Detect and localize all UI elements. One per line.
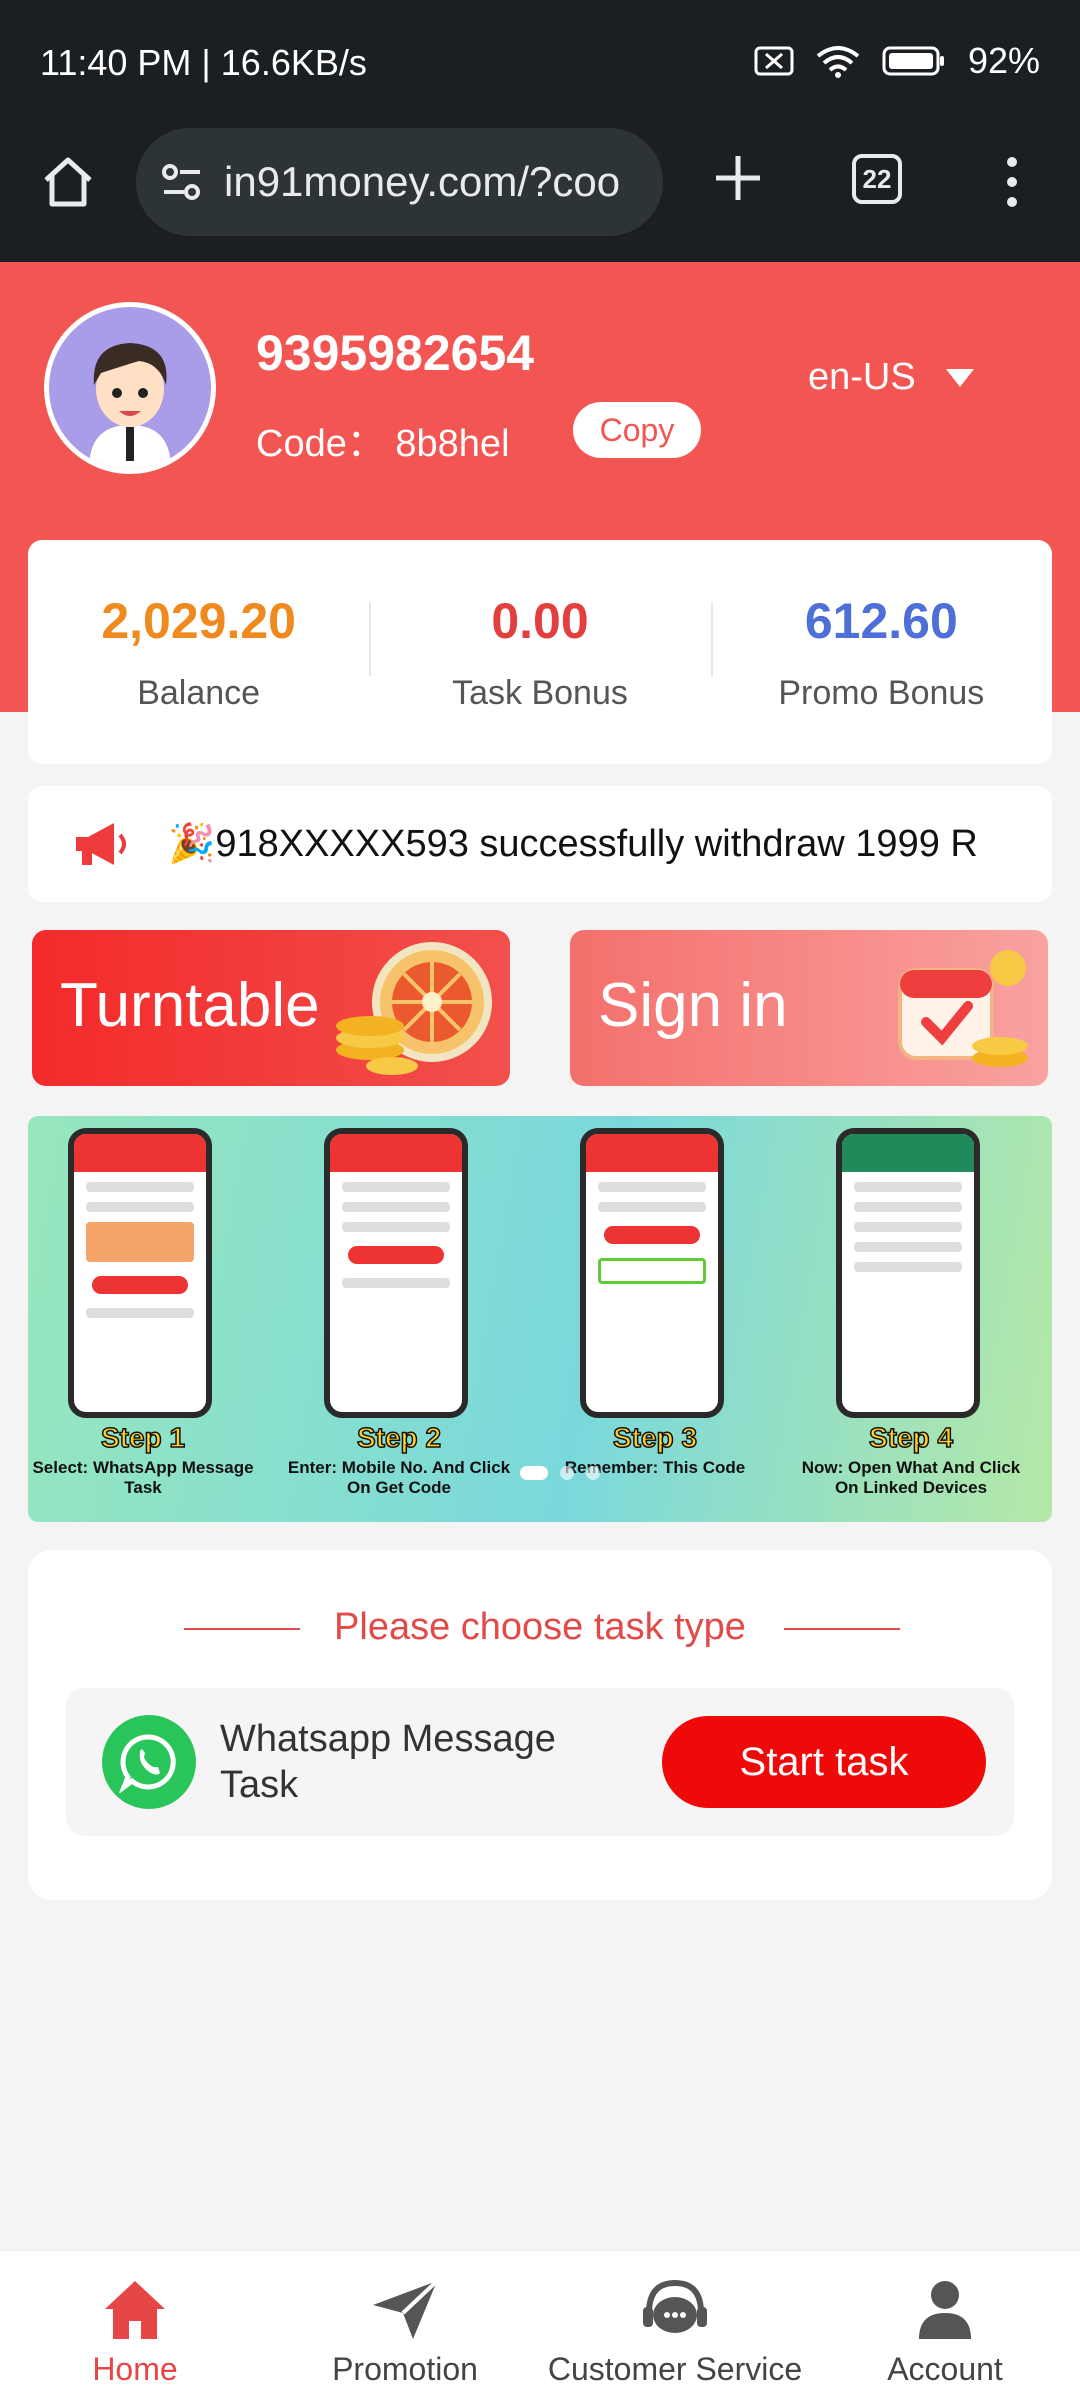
phone-mockup [836,1128,980,1418]
step-desc: Enter: Mobile No. And Click On Get Code [287,1458,511,1497]
ticker-text: 🎉918XXXXX593 successfully withdraw 1999 … [168,823,978,865]
task-item-whatsapp: Whatsapp Message Task Start task [66,1688,1014,1836]
announcement-ticker: 🎉918XXXXX593 successfully withdraw 1999 … [28,786,1052,902]
language-label: en-US [808,356,916,398]
language-selector[interactable]: en-US [808,356,974,399]
stat-balance: 2,029.20 Balance [28,592,369,713]
task-name: Whatsapp Message Task [220,1718,556,1806]
nav-home[interactable]: Home [0,2251,270,2400]
home-icon[interactable] [40,154,96,210]
avatar[interactable] [44,302,216,474]
carousel-dot[interactable] [586,1466,600,1480]
task-type-card: Please choose task type Whatsapp Message… [28,1550,1052,1900]
step-4: Step 4 Now: Open What And Click On Linke… [796,1128,1026,1518]
stat-label: Task Bonus [452,673,628,712]
stat-value: 612.60 [804,592,958,649]
carousel-dot[interactable] [520,1466,548,1480]
phone-mockup [324,1128,468,1418]
step-title: Step 1 [100,1421,186,1454]
balance-card: 2,029.20 Balance 0.00 Task Bonus 612.60 … [28,540,1052,764]
battery-icon [882,46,944,76]
nav-label: Customer Service [547,2351,803,2387]
sign-in-label: Sign in [598,971,788,1040]
site-settings-icon[interactable] [160,162,204,202]
turntable-label: Turntable [60,971,320,1040]
send-icon [373,2279,439,2339]
step-desc: Now: Open What And Click On Linked Devic… [801,1458,1021,1497]
carousel-dot[interactable] [560,1466,574,1480]
megaphone-icon [76,823,126,865]
nav-label: Home [92,2351,178,2387]
wheel-icon [336,942,492,1075]
calendar-icon [898,950,1028,1067]
copy-code-button[interactable]: Copy [573,402,701,458]
browser-toolbar: in91money.com/?coo 22 [0,128,1080,262]
start-task-button[interactable]: Start task [662,1716,986,1808]
wifi-icon [816,46,860,78]
status-time: 11:40 PM | 16.6KB/s [40,42,367,83]
carousel-dots [520,1466,600,1480]
stat-promo-bonus: 612.60 Promo Bonus [710,592,1052,713]
step-title: Step 3 [612,1421,698,1454]
stat-value: 2,029.20 [101,592,296,649]
sign-in-card[interactable]: Sign in [570,930,1048,1086]
divider [784,1628,900,1630]
nav-customer-service[interactable]: Customer Service [540,2251,810,2400]
turntable-card[interactable]: Turntable [32,930,510,1086]
phone-mockup [68,1128,212,1418]
step-1: Step 1 Select: WhatsApp Message Task [28,1128,258,1518]
nav-label: Account [887,2351,1003,2387]
step-title: Step 4 [868,1421,954,1454]
home-icon [105,2281,165,2339]
status-bar: 11:40 PM | 16.6KB/s 92% [0,0,1080,128]
tutorial-banner[interactable]: Step 1 Select: WhatsApp Message Task Ste… [28,1116,1052,1522]
nav-label: Promotion [332,2351,478,2387]
user-phone: 9395982654 [256,325,535,381]
phone-mockup [580,1128,724,1418]
url-text: in91money.com/?coo [224,158,621,205]
nav-promotion[interactable]: Promotion [270,2251,540,2400]
nav-account[interactable]: Account [810,2251,1080,2400]
step-desc: Select: WhatsApp Message Task [32,1458,254,1497]
stat-task-bonus: 0.00 Task Bonus [369,592,710,713]
step-2: Step 2 Enter: Mobile No. And Click On Ge… [284,1128,514,1518]
chevron-down-icon [945,368,974,387]
bottom-navigation: Home Promotion Customer Service Account [0,2250,1080,2400]
invite-code: Code： 8b8hel [256,423,510,465]
user-icon [919,2281,971,2339]
tab-switcher-button[interactable]: 22 [852,154,902,204]
address-bar[interactable]: in91money.com/?coo [136,128,663,236]
step-title: Step 2 [356,1421,442,1454]
headset-icon [643,2279,707,2333]
no-sim-icon [754,46,794,76]
stat-label: Balance [137,673,261,712]
new-tab-icon[interactable] [708,148,768,208]
whatsapp-icon [102,1715,196,1809]
more-menu-icon[interactable] [994,152,1030,212]
battery-percent: 92% [967,40,1040,81]
stat-label: Promo Bonus [778,673,985,712]
stat-value: 0.00 [491,592,589,649]
step-3: Step 3 Remember: This Code [540,1128,770,1518]
